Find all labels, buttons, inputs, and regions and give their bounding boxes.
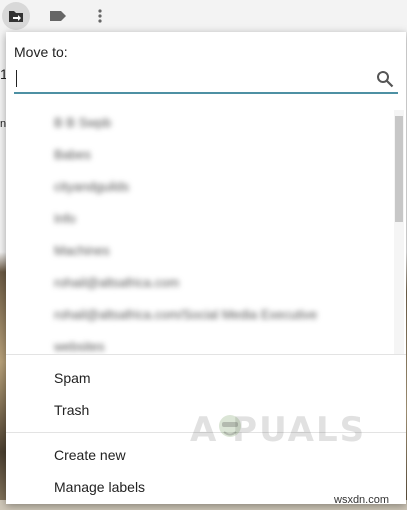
watermark-mascot-icon: [219, 415, 241, 437]
more-vertical-icon: [98, 9, 102, 23]
label-item[interactable]: rohail@altsafrica.com/Social Media Execu…: [54, 307, 317, 329]
label-item[interactable]: Machines: [54, 243, 110, 265]
label-item[interactable]: cityandguilds: [54, 179, 129, 201]
move-to-button[interactable]: [2, 2, 30, 30]
manage-labels-item[interactable]: Manage labels: [54, 479, 145, 495]
trash-folder-item[interactable]: Trash: [54, 402, 89, 418]
search-icon[interactable]: [376, 70, 394, 88]
create-new-label-item[interactable]: Create new: [54, 447, 126, 463]
text-cursor: [16, 70, 17, 87]
more-options-button[interactable]: [86, 2, 114, 30]
label-list: B B Swpb Babes cityandguilds Info Machin…: [6, 110, 406, 354]
move-to-icon: [9, 11, 23, 22]
label-item[interactable]: Babes: [54, 147, 91, 169]
divider: [6, 354, 406, 355]
search-field[interactable]: [14, 66, 398, 94]
labels-button[interactable]: [44, 2, 72, 30]
spam-folder-item[interactable]: Spam: [54, 370, 91, 386]
label-icon: [50, 11, 66, 21]
label-item[interactable]: B B Swpb: [54, 115, 111, 137]
label-item[interactable]: Info: [54, 211, 76, 233]
label-item[interactable]: websites: [54, 339, 105, 354]
source-label: wsxdn.com: [334, 494, 390, 506]
email-toolbar: [0, 0, 407, 32]
scrollbar-thumb[interactable]: [395, 116, 403, 222]
dialog-title: Move to:: [14, 44, 68, 60]
search-input[interactable]: [14, 66, 366, 90]
label-item[interactable]: rohail@altsafrica.com: [54, 275, 179, 297]
